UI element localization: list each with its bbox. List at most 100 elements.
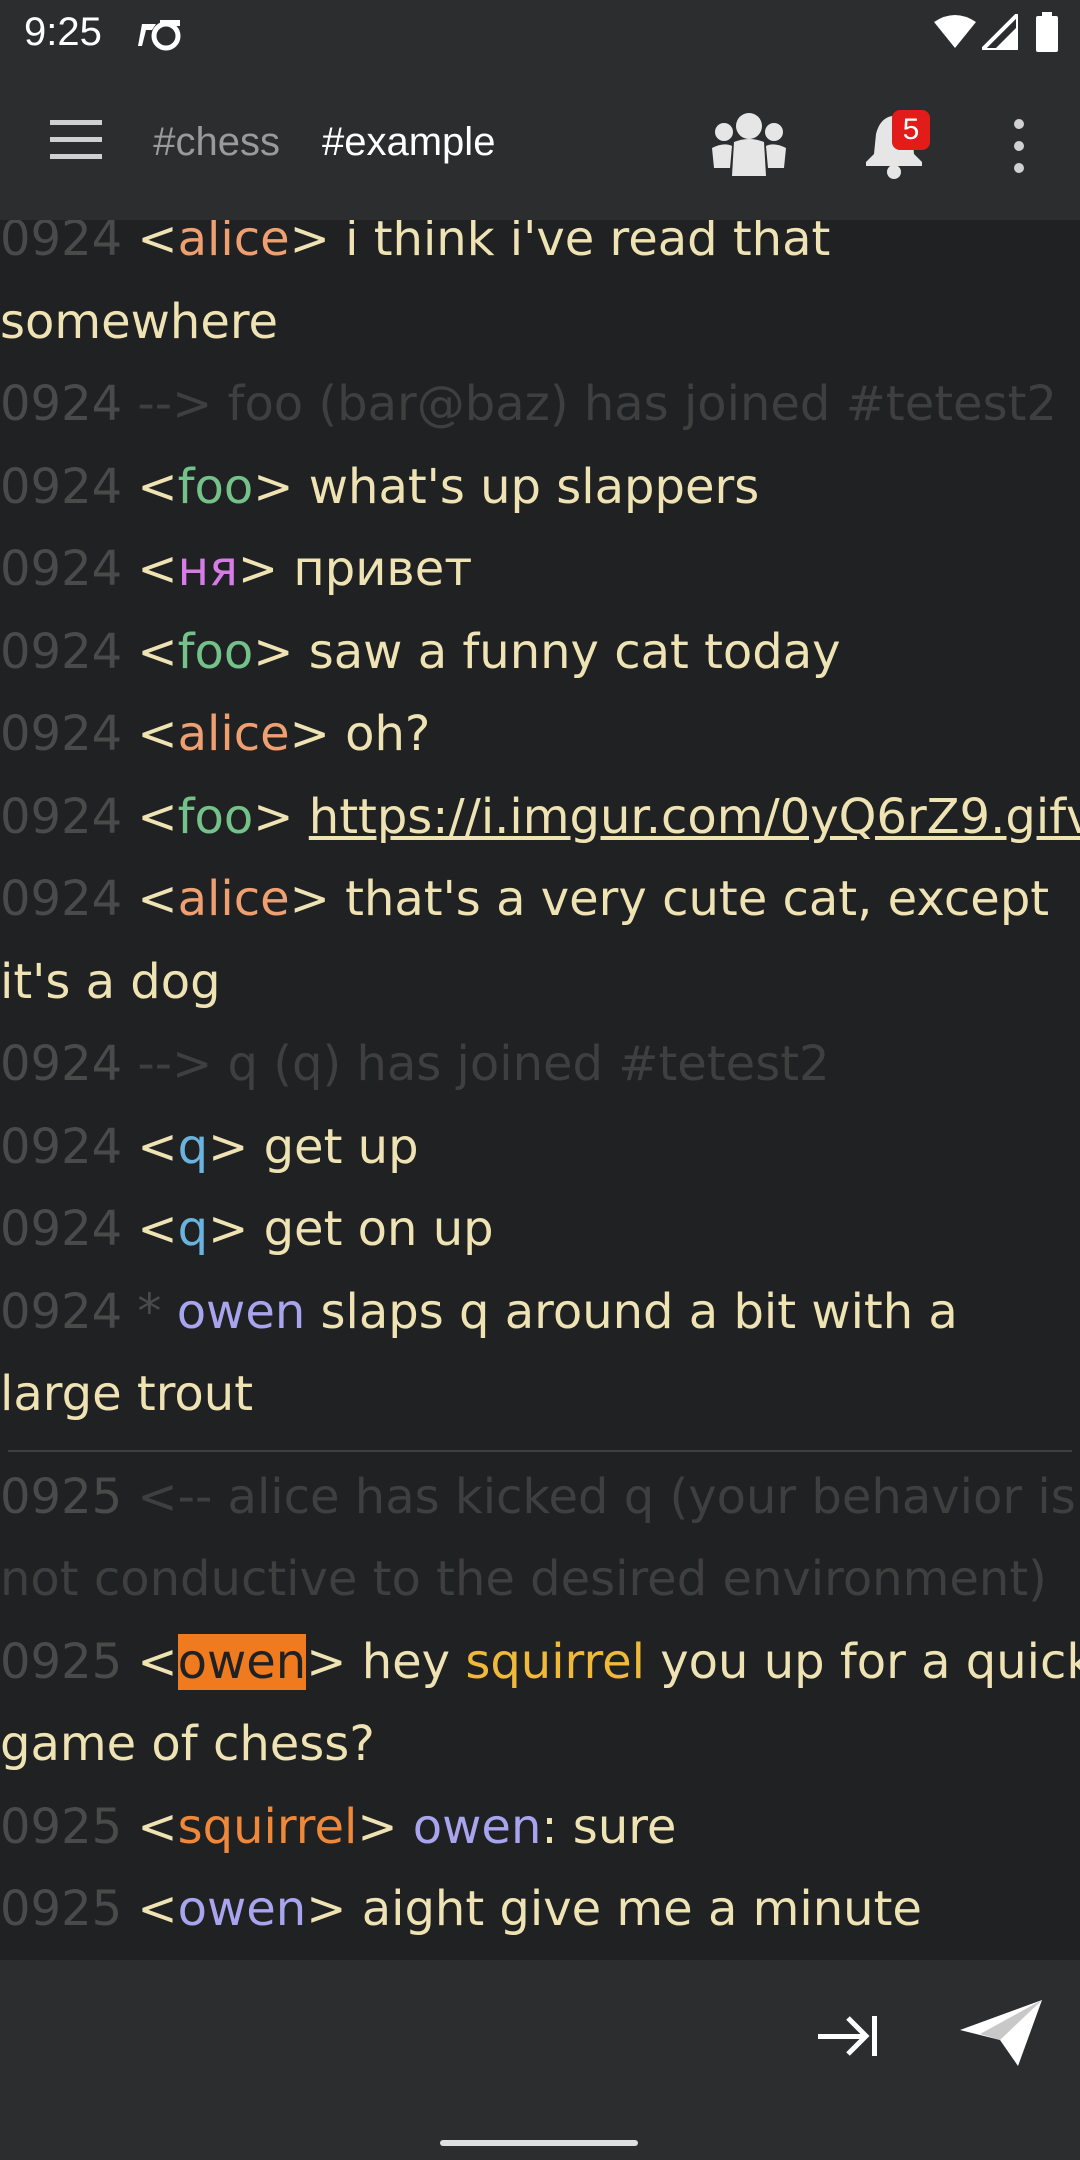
chat-line: 0924 --> q (q) has joined #tetest2 (0, 1023, 1080, 1106)
chat-line: somewhere (0, 281, 1080, 364)
message-timestamp: 0924 (0, 623, 123, 680)
message-text: < (137, 706, 178, 762)
app-notification-icon (138, 16, 182, 57)
message-timestamp: 0924 (0, 220, 123, 267)
more-vert-icon[interactable] (1006, 118, 1032, 174)
message-text: < (137, 1633, 178, 1690)
message-timestamp: 0924 (0, 871, 123, 927)
nick-squirrel[interactable]: squirrel (178, 1799, 358, 1855)
message-input[interactable] (24, 1976, 788, 2088)
tab-chess-label: #chess (153, 120, 280, 164)
nick-alice[interactable]: alice (178, 220, 290, 267)
message-text: > get up (208, 1118, 419, 1175)
members-icon[interactable] (712, 110, 786, 176)
message-timestamp: 0925 (0, 1468, 123, 1525)
nick-q[interactable]: q (178, 1201, 208, 1257)
message-text: > saw a funny cat today (253, 623, 841, 680)
nick-alice[interactable]: alice (178, 706, 290, 762)
chat-log[interactable]: 0924 <alice> i think i've read that somew… (0, 220, 1080, 1960)
message-text: > (357, 1798, 413, 1855)
chat-line: 0924 --> foo (bar@baz) has joined #tetes… (0, 363, 1080, 446)
message-text: it's a dog (0, 953, 221, 1010)
message-text: < (137, 541, 178, 597)
message-text: < (137, 1881, 178, 1937)
message-text: game of chess? (0, 1716, 375, 1772)
tab-chess[interactable]: #chess (150, 106, 280, 176)
nick-owen[interactable]: owen (178, 1881, 307, 1937)
chat-line: 0925 <owen> aight give me a minute (0, 1868, 1080, 1951)
message-link[interactable]: https://i.imgur.com/0yQ6rZ9.gifv (309, 789, 1080, 845)
tab-complete-icon[interactable] (818, 2014, 880, 2058)
unread-divider (8, 1450, 1072, 1452)
chat-line: 0924 <alice> i think i've read that (0, 220, 1080, 281)
message-text: * (137, 1283, 177, 1340)
message-text: < (137, 220, 178, 267)
system-message: not conductive to the desired environmen… (0, 1551, 1047, 1607)
message-timestamp: 0924 (0, 788, 123, 845)
nick-name[interactable]: ня (178, 541, 238, 597)
signal-icon (977, 9, 1020, 55)
message-text: < (137, 1118, 178, 1175)
message-text: > привет (237, 541, 473, 597)
nick-foo[interactable]: foo (178, 624, 254, 680)
message-text: > oh? (289, 706, 431, 762)
chat-line: 0924 <alice> oh? (0, 693, 1080, 776)
message-text: < (137, 1201, 178, 1257)
input-bar (0, 1960, 1080, 2160)
nick-alice[interactable]: alice (178, 871, 290, 927)
chat-line: 0924 <q> get up (0, 1106, 1080, 1189)
nick-foo[interactable]: foo (178, 459, 254, 515)
chat-line: 0924 <alice> that's a very cute cat, exc… (0, 858, 1080, 941)
wifi-icon (934, 14, 976, 55)
message-timestamp: 0924 (0, 1118, 123, 1175)
message-text: < (137, 788, 178, 845)
send-icon[interactable] (960, 2000, 1042, 2066)
message-text: slaps q around a bit with a (305, 1283, 958, 1340)
message-timestamp: 0924 (0, 1036, 123, 1092)
chat-line: large trout (0, 1353, 1080, 1436)
chat-line: not conductive to the desired environmen… (0, 1538, 1080, 1621)
app-bar: #chess #example 5 (0, 66, 1080, 220)
nick-owen[interactable]: owen (413, 1799, 542, 1855)
message-text: < (137, 871, 178, 927)
tab-example[interactable]: #example (322, 120, 495, 165)
nick-owen[interactable]: owen (177, 1633, 307, 1690)
message-text: > (253, 788, 309, 845)
nick-owen[interactable]: owen (177, 1284, 306, 1340)
chat-line: game of chess? (0, 1703, 1080, 1786)
status-time: 9:25 (24, 10, 102, 54)
chat-line: 0925 <owen> hey squirrel you up for a qu… (0, 1621, 1080, 1704)
nick-foo[interactable]: foo (178, 789, 254, 845)
chat-line: 0924 <foo> https://i.imgur.com/0yQ6rZ9.g… (0, 776, 1080, 859)
message-timestamp: 0924 (0, 458, 123, 515)
chat-line: 0924 <foo> what's up slappers (0, 446, 1080, 529)
battery-icon (1036, 12, 1058, 57)
message-text: < (137, 1798, 178, 1855)
nick-squirrel[interactable]: squirrel (465, 1634, 645, 1690)
chat-line: 0924 * owen slaps q around a bit with a (0, 1271, 1080, 1354)
system-message: <-- alice has kicked q (your behavior is (137, 1468, 1076, 1525)
chat-line: 0924 <ня> привет (0, 528, 1080, 611)
chat-line: 0925 <-- alice has kicked q (your behavi… (0, 1456, 1080, 1539)
message-timestamp: 0924 (0, 1283, 123, 1340)
message-text: > get on up (208, 1201, 494, 1257)
message-timestamp: 0924 (0, 376, 123, 432)
message-text: you up for a quick (644, 1633, 1080, 1690)
message-timestamp: 0924 (0, 541, 123, 597)
message-timestamp: 0925 (0, 1798, 123, 1855)
nick-q[interactable]: q (178, 1119, 208, 1175)
chat-line: 0924 <q> get on up (0, 1188, 1080, 1271)
message-text: : sure (541, 1798, 677, 1855)
menu-icon[interactable] (48, 118, 104, 162)
chat-line: 0924 <foo> saw a funny cat today (0, 611, 1080, 694)
message-text: > that's a very cute cat, except (289, 871, 1050, 927)
notification-badge: 5 (892, 110, 930, 150)
chat-line: it's a dog (0, 941, 1080, 1024)
status-bar: 9:25 (0, 0, 1080, 66)
message-text: > what's up slappers (253, 458, 760, 515)
system-message: --> q (q) has joined #tetest2 (137, 1036, 830, 1092)
gesture-bar (440, 2140, 638, 2146)
message-timestamp: 0924 (0, 706, 123, 762)
system-message: --> foo (bar@baz) has joined #tetest2 (137, 376, 1057, 432)
chat-line: 0925 <squirrel> owen: sure (0, 1786, 1080, 1869)
